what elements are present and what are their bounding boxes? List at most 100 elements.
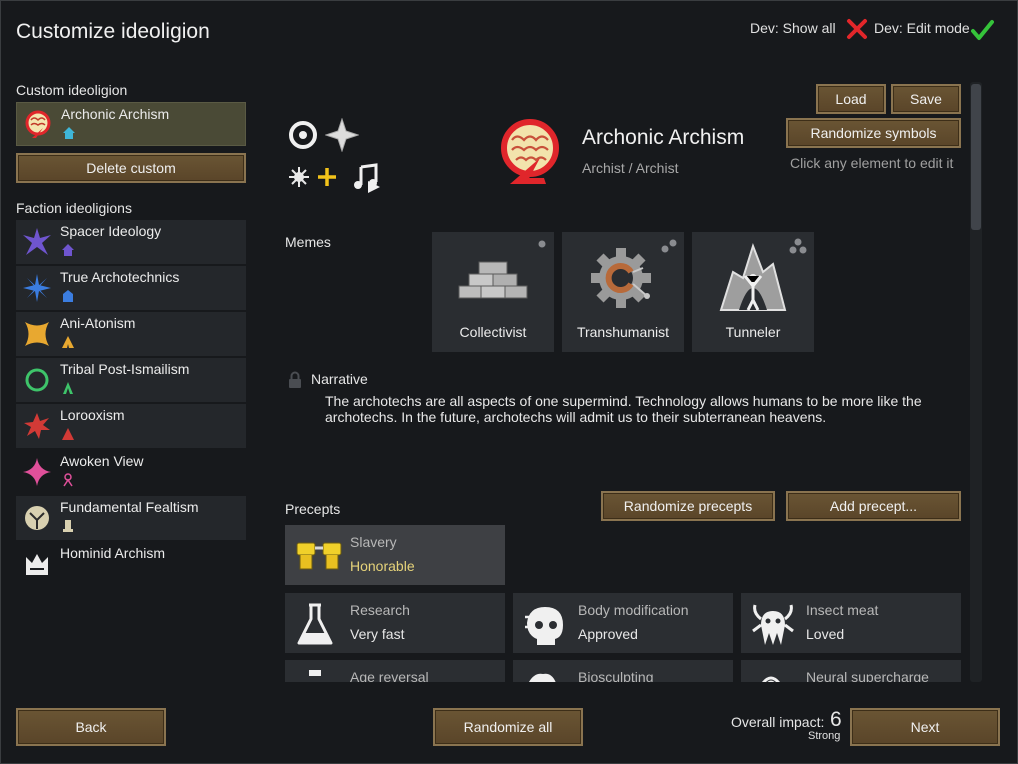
star-icon <box>23 228 51 255</box>
plus-color-icon[interactable] <box>316 166 338 188</box>
meme-collectivist[interactable]: Collectivist <box>432 232 554 352</box>
precept-value: Very fast <box>350 626 405 642</box>
cave-icon <box>719 242 787 311</box>
close-icon[interactable] <box>846 18 868 40</box>
meme-transhumanist[interactable]: Transhumanist <box>562 232 684 352</box>
ideo-item-spacer-ideology[interactable]: Spacer Ideology <box>16 220 246 264</box>
dev-edit-mode-label[interactable]: Dev: Edit mode <box>874 20 970 36</box>
insect-icon <box>752 604 794 645</box>
ideo-name: Lorooxism <box>60 407 125 423</box>
precept-value: Loved <box>806 626 845 642</box>
randomize-symbols-button[interactable]: Randomize symbols <box>786 118 961 148</box>
ideo-item-fundamental-fealtism[interactable]: Fundamental Fealtism <box>16 496 246 540</box>
precepts-heading: Precepts <box>285 501 341 517</box>
back-button[interactable]: Back <box>16 708 166 746</box>
precept-name: Research <box>350 602 410 618</box>
archonic-symbol-icon <box>25 110 51 138</box>
burst-icon <box>23 274 51 302</box>
cyborg-head-icon <box>525 607 563 645</box>
ideo-item-hominid-archism[interactable]: Hominid Archism <box>16 542 246 586</box>
impact-dots-icon <box>661 239 677 253</box>
save-button[interactable]: Save <box>891 84 961 114</box>
meme-label: Tunneler <box>725 324 781 340</box>
custom-ideoligion-heading: Custom ideoligion <box>16 82 128 98</box>
ideo-item-ani-atonism[interactable]: Ani-Atonism <box>16 312 246 356</box>
ideo-item-tribal-post-ismailism[interactable]: Tribal Post-Ismailism <box>16 358 246 402</box>
meme-tunneler[interactable]: Tunneler <box>692 232 814 352</box>
ideo-name: Spacer Ideology <box>60 223 162 239</box>
shield-icon <box>25 506 49 530</box>
ideo-item-archonic-archism[interactable]: Archonic Archism <box>16 102 246 146</box>
faction-ideoligions-heading: Faction ideoligions <box>16 200 132 216</box>
precept-neural-supercharge[interactable]: Neural supercharge <box>741 660 961 682</box>
load-button[interactable]: Load <box>816 84 886 114</box>
ideoligion-symbol[interactable] <box>496 118 564 186</box>
ideo-name: Fundamental Fealtism <box>60 499 199 515</box>
delete-custom-button[interactable]: Delete custom <box>16 153 246 183</box>
ideo-name: Tribal Post-Ismailism <box>60 361 190 377</box>
narrative-heading: Narrative <box>311 371 368 387</box>
pillar-icon <box>63 520 73 532</box>
culture-label: Archist / Archist <box>582 160 679 176</box>
ideoligion-name[interactable]: Archonic Archism <box>582 126 744 150</box>
diamond-icon <box>25 322 49 346</box>
ideo-name: Archonic Archism <box>61 106 170 122</box>
music-note-icon[interactable] <box>352 163 382 193</box>
cog-small-icon[interactable] <box>288 166 310 188</box>
house-icon <box>63 127 75 139</box>
precept-slavery[interactable]: Slavery Honorable <box>285 525 505 585</box>
narrative-text[interactable]: The archotechs are all aspects of one su… <box>325 393 935 425</box>
building-icon <box>63 290 73 302</box>
precept-age-reversal[interactable]: Age reversal <box>285 660 505 682</box>
precept-biosculpting[interactable]: Biosculpting <box>513 660 733 682</box>
target-ring-icon[interactable] <box>288 120 318 150</box>
neural-icon <box>762 676 780 682</box>
tent-icon <box>62 428 74 440</box>
sparkle-icon[interactable] <box>325 118 359 152</box>
meme-label: Collectivist <box>459 324 527 340</box>
precept-research[interactable]: Research Very fast <box>285 593 505 653</box>
biosculpt-icon <box>529 673 556 682</box>
precept-name: Body modification <box>578 602 689 618</box>
precept-insect-meat[interactable]: Insect meat Loved <box>741 593 961 653</box>
edit-hint: Click any element to edit it <box>790 155 954 171</box>
crown-icon <box>26 554 48 575</box>
memes-heading: Memes <box>285 234 331 250</box>
precept-name: Neural supercharge <box>806 669 929 682</box>
randomize-all-button[interactable]: Randomize all <box>433 708 583 746</box>
ideo-name: Hominid Archism <box>60 545 166 561</box>
ring-icon <box>25 368 49 392</box>
precept-name: Biosculpting <box>578 669 654 682</box>
ideo-item-lorooxism[interactable]: Lorooxism <box>16 404 246 448</box>
age-icon <box>309 670 321 676</box>
overall-impact-label: Overall impact: <box>731 714 825 730</box>
next-button[interactable]: Next <box>850 708 1000 746</box>
precepts-clipped-row: Age reversal Biosculpting Neural superch… <box>280 660 970 682</box>
star4-icon <box>23 458 51 486</box>
flask-icon <box>297 603 333 645</box>
ideo-item-true-archotechnics[interactable]: True Archotechnics <box>16 266 246 310</box>
ideo-name: True Archotechnics <box>60 269 180 285</box>
add-precept-button[interactable]: Add precept... <box>786 491 961 521</box>
shackles-icon <box>296 542 342 570</box>
dev-show-all-label[interactable]: Dev: Show all <box>750 20 836 36</box>
ideo-name: Ani-Atonism <box>60 315 136 331</box>
precept-name: Slavery <box>350 534 397 550</box>
overall-impact-value: 6 <box>830 708 842 731</box>
tent-icon <box>62 336 74 348</box>
precept-value: Honorable <box>350 558 415 574</box>
randomize-precepts-button[interactable]: Randomize precepts <box>601 491 775 521</box>
ideo-name: Awoken View <box>60 453 144 469</box>
precept-body-modification[interactable]: Body modification Approved <box>513 593 733 653</box>
lock-icon[interactable] <box>288 371 302 389</box>
impact-dots-icon <box>789 238 807 254</box>
impact-dots-icon <box>538 240 546 248</box>
brick-wall-icon <box>458 261 528 299</box>
house-icon <box>62 244 74 256</box>
gear-icon <box>591 248 651 308</box>
page-title: Customize ideoligion <box>16 20 210 43</box>
scrollbar-thumb[interactable] <box>971 84 981 230</box>
ideo-item-awoken-view[interactable]: Awoken View <box>16 450 246 494</box>
checkmark-icon[interactable] <box>970 18 994 42</box>
overall-impact-rating: Strong <box>808 730 841 742</box>
